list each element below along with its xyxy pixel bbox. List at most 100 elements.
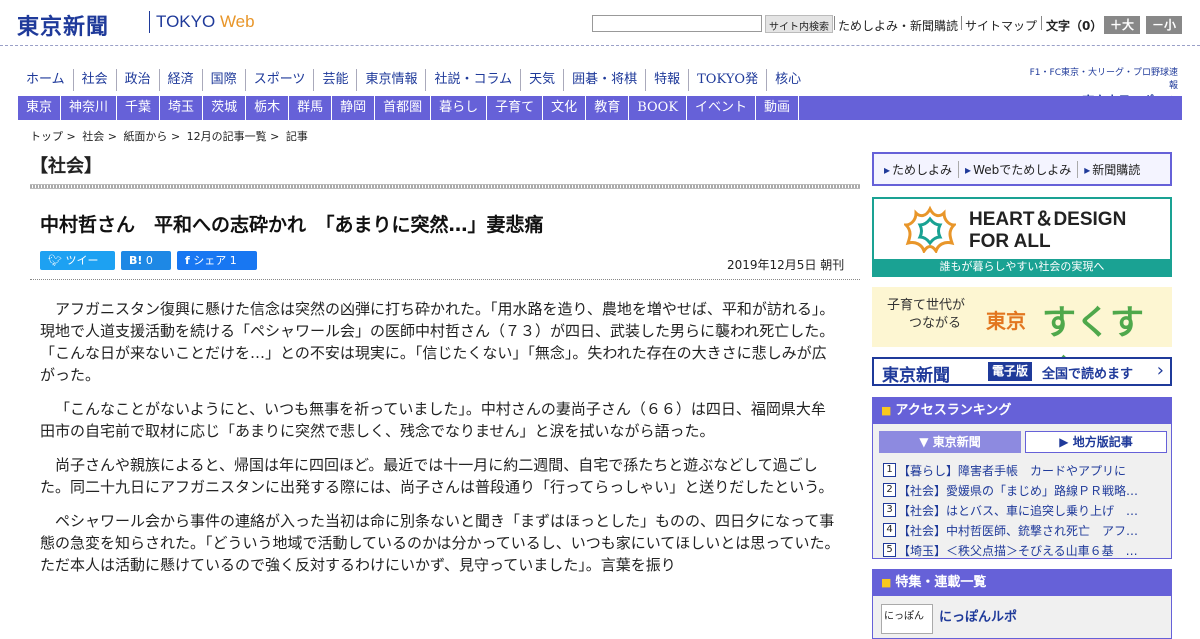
sports-banner-line1: F1・FC東京・大リーグ・プロ野球速報 [1029,68,1178,91]
gnav-editorial-column[interactable]: 社説・コラム [425,69,520,91]
ranking-item[interactable]: 5 【埼玉】＜秩父点描＞そびえる山車６基 … [883,540,1163,560]
lnav-saitama[interactable]: 埼玉 [160,96,204,120]
hatena-icon: B! [129,254,143,267]
facebook-share-label: シェア [193,254,227,267]
twitter-bird-icon: 🐦︎ [48,254,62,267]
heart-flower-icon [904,205,956,253]
gnav-tokyo-info[interactable]: 東京情報 [356,69,425,91]
lnav-video[interactable]: 動画 [756,96,800,120]
breadcrumb-separator: > [170,130,181,143]
ranking-item[interactable]: 1 【暮らし】障害者手帳 カードやアプリに [883,460,1163,480]
tweet-button[interactable]: 🐦︎ ツイート [40,251,115,286]
util-divider [834,16,835,30]
lnav-kyoiku[interactable]: 教育 [586,96,630,120]
breadcrumb-from-paper[interactable]: 紙面から [123,130,167,143]
lnav-kosodate[interactable]: 子育て [487,96,544,120]
hatena-bookmark-button[interactable]: B! 0 [121,251,171,270]
hatena-count: 0 [145,254,153,267]
lnav-tochigi[interactable]: 栃木 [246,96,290,120]
triangle-right-icon: ▶ [1059,435,1069,449]
rank-number: 4 [883,523,896,537]
e-paper-banner[interactable]: 東京新聞 電子版 全国で読めます › [872,357,1172,386]
util-divider [961,16,962,30]
gnav-international[interactable]: 国際 [201,69,245,91]
facebook-share-button[interactable]: f シェア 1 [177,251,257,270]
rank-number: 1 [883,463,896,477]
trial-subscribe-link[interactable]: ためしよみ・新聞購読 [838,17,958,34]
ranking-list: 1 【暮らし】障害者手帳 カードやアプリに 2 【社会】愛媛県の「まじめ」路線ＰＲ戦… [883,460,1163,560]
trial-links-bar: ためしよみ Webでためしよみ 新聞購読 [872,152,1172,186]
site-search-input[interactable] [592,15,762,32]
article-date: 2019年12月5日 朝刊 [727,258,845,272]
sukusuku-tagline: 子育て世代が つながる [887,297,965,333]
lnav-tokyo[interactable]: 東京 [18,96,62,120]
font-smaller-button[interactable]: －小 [1146,16,1182,34]
gnav-kakushin[interactable]: 核心 [766,69,809,91]
site-logo[interactable]: 東京新聞 [17,9,109,41]
ranking-item[interactable]: 3 【社会】はとバス、車に追突し乗り上げ … [883,500,1163,520]
breadcrumb-separator: > [270,130,280,143]
gnav-entertainment[interactable]: 芸能 [313,69,356,91]
web-trial-read-link[interactable]: Webでためしよみ [959,160,1079,178]
trial-read-link[interactable]: ためしよみ [878,160,960,178]
features-heading: 特集・連載一覧 [873,570,1171,596]
ranking-tab-tokyo-label: 東京新聞 [932,435,981,449]
facebook-icon: f [185,254,190,267]
gnav-economy[interactable]: 経済 [158,69,202,91]
breadcrumb-top[interactable]: トップ [30,130,63,143]
heart-design-title-line2: FOR ALL [969,231,1051,252]
site-search-button[interactable]: サイト内検索 [765,15,833,33]
ranking-item[interactable]: 2 【社会】愛媛県の「まじめ」路線ＰＲ戦略… [883,480,1163,500]
breadcrumb-separator: > [66,130,76,143]
gnav-sports[interactable]: スポーツ [244,69,314,91]
lnav-gunma[interactable]: 群馬 [289,96,333,120]
article-paragraph: 「こんなことがないようにと、いつも無事を祈っていました」。中村さんの妻尚子さん（… [40,400,826,440]
subscribe-link[interactable]: 新聞購読 [1078,161,1146,178]
gnav-go-shogi[interactable]: 囲碁・将棋 [563,69,645,91]
logo-sub-left: TOKYO [156,12,220,31]
heart-design-title: HEART＆DESIGN FOR ALL [969,209,1126,253]
global-nav: ホーム 社会 政治 経済 国際 スポーツ 芸能 東京情報 社説・コラム 天気 囲… [18,69,809,91]
ranking-tab-tokyo-shimbun[interactable]: ▼ 東京新聞 [879,431,1021,453]
section-title: 【社会】 [30,156,102,177]
gnav-society[interactable]: 社会 [72,69,116,91]
feature-link[interactable]: にっぽんルポ [939,606,1017,625]
ranking-item-title: 【埼玉】＜秩父点描＞そびえる山車６基 … [898,543,1138,558]
gnav-weather[interactable]: 天気 [520,69,563,91]
gnav-tokuho[interactable]: 特報 [645,69,688,91]
sitemap-link[interactable]: サイトマップ [965,17,1037,34]
lnav-bunka[interactable]: 文化 [543,96,587,120]
tokyo-web-logo[interactable]: TOKYO Web [156,12,255,32]
font-larger-button[interactable]: ＋大 [1104,16,1140,34]
ranking-item-title: 【社会】はとバス、車に追突し乗り上げ … [898,503,1139,518]
ranking-item-title: 【暮らし】障害者手帳 カードやアプリに [898,463,1127,478]
gnav-home[interactable]: ホーム [18,69,73,91]
ranking-tab-local[interactable]: ▶ 地方版記事 [1025,431,1167,453]
lnav-ibaraki[interactable]: 茨城 [203,96,247,120]
logo-divider [149,11,150,33]
ranking-heading: アクセスランキング [873,398,1171,424]
breadcrumb-december-list[interactable]: 12月の記事一覧 [187,130,267,143]
breadcrumb-current: 記事 [285,130,308,143]
triangle-down-icon: ▼ [919,435,929,449]
e-paper-tag: 電子版 [988,362,1033,381]
ranking-tab-local-label: 地方版記事 [1072,435,1133,449]
lnav-event[interactable]: イベント [687,96,757,120]
heart-design-subtitle: 誰もが暮らしやすい社会の実現へ [874,259,1170,275]
breadcrumb-society[interactable]: 社会 [82,130,104,143]
ranking-item[interactable]: 4 【社会】中村哲医師、銃撃され死亡 アフ… [883,520,1163,540]
breadcrumb-separator: > [107,130,117,143]
tokyo-sukusuku-banner[interactable]: 子育て世代が つながる 東京 すくすく [872,287,1172,392]
gnav-politics[interactable]: 政治 [115,69,159,91]
heart-design-banner[interactable]: HEART＆DESIGN FOR ALL 誰もが暮らしやすい社会の実現へ [872,197,1172,277]
article-body: アフガニスタン復興に懸けた信念は突然の凶弾に打ち砕かれた。「用水路を造り、農地を… [40,298,840,588]
lnav-kanagawa[interactable]: 神奈川 [61,96,118,120]
lnav-kurashi[interactable]: 暮らし [431,96,488,120]
lnav-book[interactable]: BOOK [629,96,688,120]
lnav-chiba[interactable]: 千葉 [117,96,161,120]
lnav-shutoken[interactable]: 首都圏 [375,96,432,120]
section-divider [30,184,860,189]
gnav-tokyo-hatsu[interactable]: TOKYO発 [688,69,766,91]
local-nav: 東京 神奈川 千葉 埼玉 茨城 栃木 群馬 静岡 首都圏 暮らし 子育て 文化 … [18,96,1182,120]
lnav-shizuoka[interactable]: 静岡 [332,96,376,120]
